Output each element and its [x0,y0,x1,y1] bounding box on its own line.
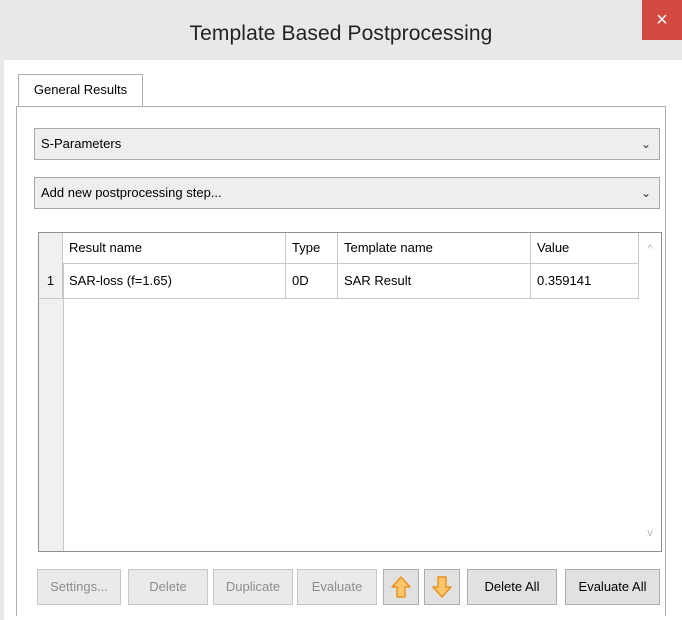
scroll-down-icon[interactable]: v [639,521,661,545]
cell-result-name[interactable]: SAR-loss (f=1.65) [63,263,286,299]
cell-template-name[interactable]: SAR Result [338,263,531,299]
move-up-button[interactable] [383,569,419,605]
tab-label: General Results [33,82,128,97]
postprocessing-step-value: Add new postprocessing step... [41,185,222,200]
result-type-dropdown[interactable]: S-Parameters ⌄ [34,128,660,160]
arrow-up-icon [391,576,411,598]
result-type-value: S-Parameters [41,136,122,151]
row-index[interactable]: 1 [39,263,63,299]
close-button[interactable]: × [642,0,682,40]
arrow-down-icon [432,576,452,598]
delete-all-button[interactable]: Delete All [467,569,557,605]
delete-button[interactable]: Delete [128,569,208,605]
table-row[interactable]: 1 SAR-loss (f=1.65) 0D SAR Result 0.3591… [39,263,639,299]
close-icon[interactable]: × [656,9,668,31]
vertical-scrollbar[interactable]: ^ v [639,233,661,551]
cell-type[interactable]: 0D [286,263,338,299]
column-header-template-name[interactable]: Template name [338,233,531,263]
corner-cell [39,233,63,263]
column-header-type[interactable]: Type [286,233,338,263]
chevron-down-icon[interactable]: ⌄ [641,178,651,208]
cell-value[interactable]: 0.359141 [531,263,639,299]
results-table[interactable]: Result name Type Template name Value 1 S… [38,232,662,552]
tab-general-results[interactable]: General Results [18,74,143,106]
column-header-result-name[interactable]: Result name [63,233,286,263]
table-header: Result name Type Template name Value [39,233,661,264]
settings-button[interactable]: Settings... [37,569,121,605]
postprocessing-step-dropdown[interactable]: Add new postprocessing step... ⌄ [34,177,660,209]
scroll-up-icon[interactable]: ^ [639,237,661,261]
title-bar: Template Based Postprocessing × [0,0,682,60]
window-title: Template Based Postprocessing [189,22,493,45]
column-header-value[interactable]: Value [531,233,639,263]
duplicate-button[interactable]: Duplicate [213,569,293,605]
evaluate-button[interactable]: Evaluate [297,569,377,605]
tab-strip-divider [16,106,666,107]
window-border [0,60,4,620]
move-down-button[interactable] [424,569,460,605]
evaluate-all-button[interactable]: Evaluate All [565,569,660,605]
chevron-down-icon[interactable]: ⌄ [641,129,651,159]
